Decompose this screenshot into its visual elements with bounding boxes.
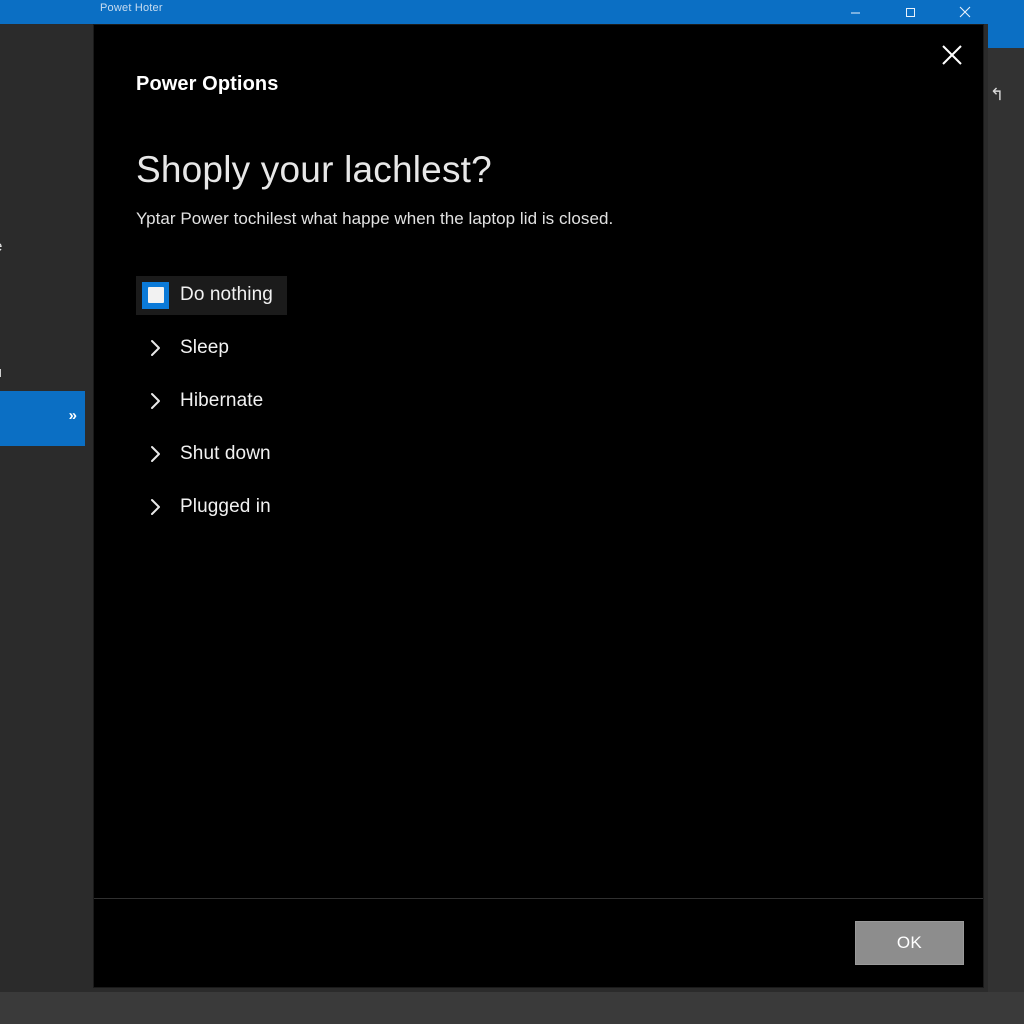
screen-root: Powet Hoter e tı »	[0, 0, 1024, 1024]
power-option-sleep[interactable]: Sleep	[136, 329, 243, 368]
background-selected-nav-row[interactable]: »	[0, 391, 85, 446]
background-right-panel: ↰	[988, 48, 1024, 992]
checkbox-inner-square	[147, 287, 164, 304]
background-text-fragment-1: e	[0, 238, 2, 255]
window-close-button[interactable]	[942, 0, 988, 24]
desktop-bottom-strip	[0, 992, 1024, 1024]
background-text-fragment-2: tı	[0, 364, 3, 381]
power-option-shut-down[interactable]: Shut down	[136, 435, 285, 474]
dialog-app-title: Power Options	[136, 73, 279, 95]
power-option-label: Shut down	[180, 443, 271, 465]
background-right-accent-band	[988, 24, 1024, 48]
checkbox-filled-icon	[142, 281, 169, 309]
background-right-glyph-icon: ↰	[990, 85, 1005, 104]
chevron-right-icon	[142, 391, 169, 411]
power-option-do-nothing[interactable]: Do nothing	[136, 275, 287, 315]
chevron-right-icon	[142, 338, 169, 358]
background-left-panel: e tı	[0, 24, 85, 992]
window-title: Powet Hoter	[100, 2, 163, 14]
power-option-plugged-in[interactable]: Plugged in	[136, 488, 285, 527]
dialog-footer: OK	[94, 898, 983, 987]
power-option-label: Do nothing	[180, 284, 273, 306]
power-option-label: Plugged in	[180, 496, 271, 518]
chevron-right-icon	[142, 444, 169, 464]
double-chevron-right-icon: »	[68, 407, 77, 424]
power-option-hibernate[interactable]: Hibernate	[136, 382, 277, 421]
window-minimize-button[interactable]	[832, 0, 878, 24]
power-option-list: Do nothing Sleep Hibernate Shut down Plugged…	[136, 275, 983, 527]
power-options-dialog: Power Options Shoply your lachlest? Ypta…	[93, 24, 984, 988]
power-option-label: Hibernate	[180, 390, 264, 412]
chevron-right-icon	[142, 497, 169, 517]
ok-button[interactable]: OK	[855, 921, 964, 965]
dialog-heading: Shoply your lachlest?	[136, 149, 492, 190]
window-maximize-button[interactable]	[887, 0, 933, 24]
power-option-label: Sleep	[180, 337, 230, 359]
dialog-body: Power Options Shoply your lachlest? Ypta…	[94, 25, 983, 898]
dialog-subtitle: Yptar Power tochilest what happe when th…	[136, 208, 614, 228]
window-titlebar: Powet Hoter	[0, 0, 1024, 24]
